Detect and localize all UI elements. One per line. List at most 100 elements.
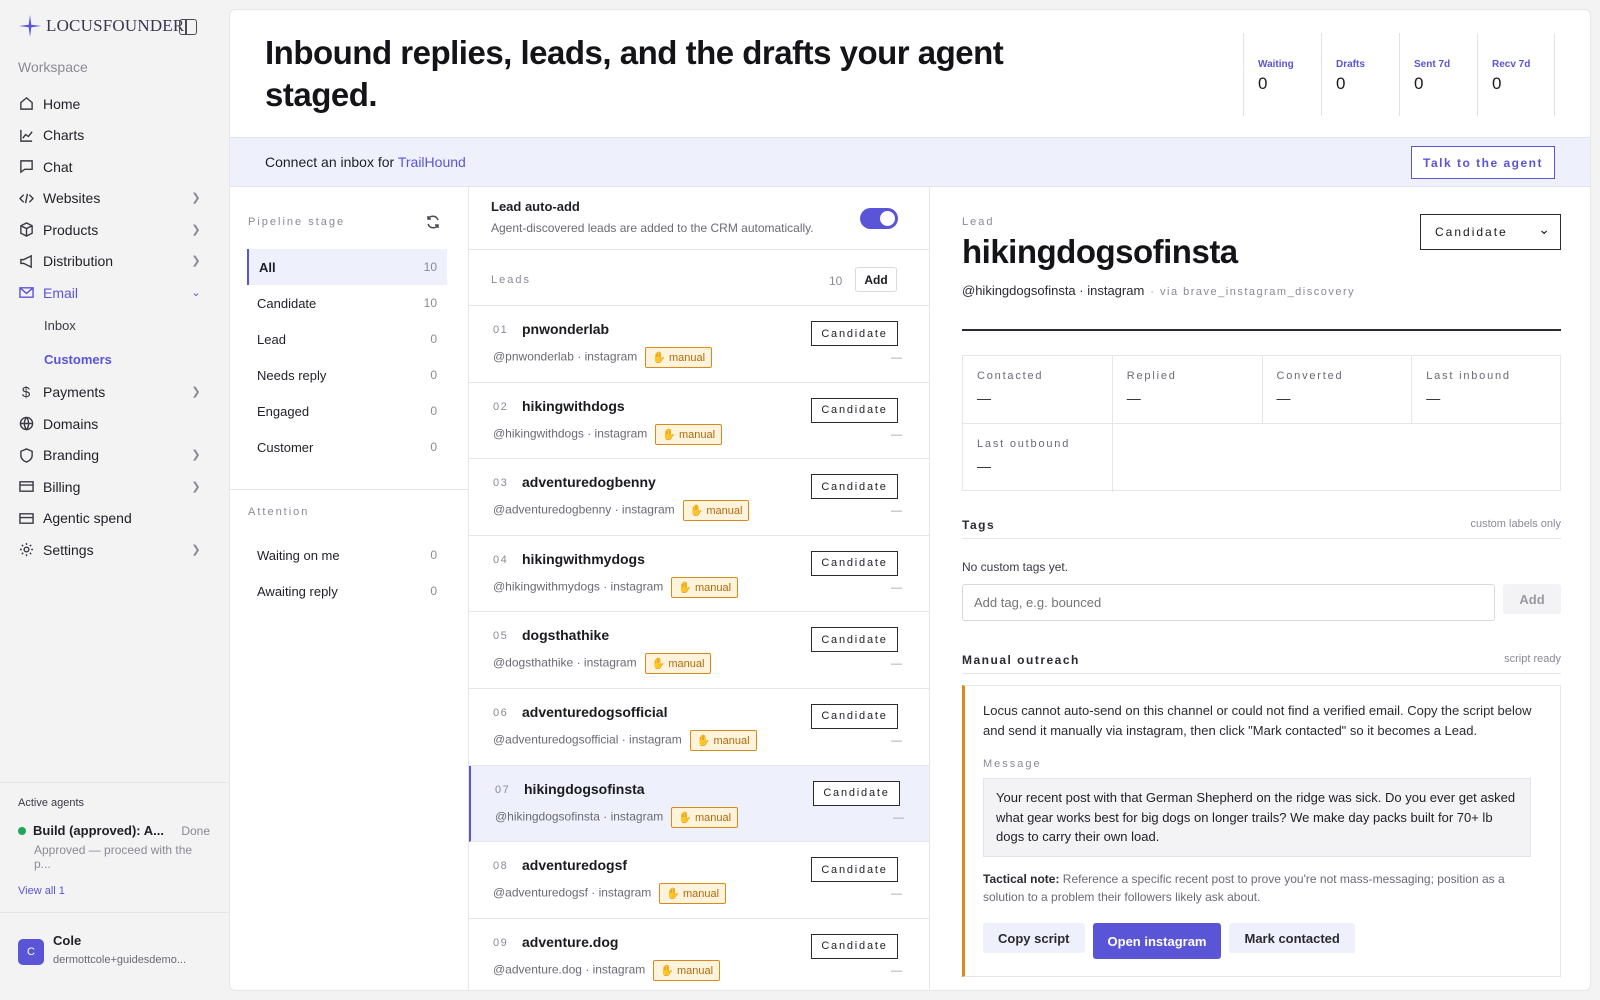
list-item[interactable]: 03 adventuredogbenny @adventuredogbenny … xyxy=(469,459,929,536)
message-script[interactable]: Your recent post with that German Shephe… xyxy=(983,778,1531,857)
add-tag-button[interactable]: Add xyxy=(1503,584,1561,614)
manual-badge: ✋ manual xyxy=(653,959,721,981)
agent-row[interactable]: Build (approved): A... Done xyxy=(18,823,210,838)
lead-handle-text: @hikingdogsofinsta · instagram xyxy=(495,809,664,824)
divider xyxy=(962,329,1561,331)
stage-button[interactable]: Candidate xyxy=(811,627,898,653)
banner-message: Connect an inbox for xyxy=(265,154,398,170)
no-tags-text: No custom tags yet. xyxy=(962,560,1069,574)
sidebar-item-home[interactable]: Home xyxy=(18,88,203,120)
user-email: dermottcole+guidesdemo... xyxy=(53,954,186,966)
sidebar-item-label: Chat xyxy=(43,158,73,175)
attention-waiting-on-me[interactable]: Waiting on me 0 xyxy=(247,537,447,573)
attention-title: Attention xyxy=(248,506,310,518)
stage-candidate[interactable]: Candidate 10 xyxy=(247,285,447,321)
sidebar-subitem-customers[interactable]: Customers xyxy=(18,343,203,377)
attention-awaiting-reply[interactable]: Awaiting reply 0 xyxy=(247,573,447,609)
sidebar-item-billing[interactable]: Billing ❯ xyxy=(18,471,203,503)
auto-add-toggle[interactable] xyxy=(860,208,898,229)
divider xyxy=(962,673,1561,674)
metric-converted: Converted — xyxy=(1262,356,1413,424)
stage-customer[interactable]: Customer 0 xyxy=(247,429,447,465)
sidebar-item-chat[interactable]: Chat xyxy=(18,151,203,183)
lead-handle-text: @adventuredogsofficial · instagram xyxy=(493,732,682,747)
status-dot-icon xyxy=(18,826,26,835)
sidebar-collapse-icon[interactable] xyxy=(179,19,197,35)
lead-number: 04 xyxy=(493,553,509,566)
stage-count: 0 xyxy=(430,584,437,598)
manual-badge: ✋ manual xyxy=(689,729,757,751)
sidebar-item-branding[interactable]: Branding ❯ xyxy=(18,440,203,472)
stage-select[interactable]: Candidate xyxy=(1420,214,1561,250)
divider xyxy=(230,489,469,490)
sidebar-item-charts[interactable]: Charts xyxy=(18,120,203,152)
list-item[interactable]: 05 dogsthathike @dogsthathike · instagra… xyxy=(469,612,929,689)
stat-label: Drafts xyxy=(1336,59,1365,70)
manual-badge: ✋ manual xyxy=(645,347,713,368)
stage-button[interactable]: Candidate xyxy=(811,474,898,500)
stage-button[interactable]: Candidate xyxy=(811,933,898,959)
list-item-selected[interactable]: 07 hikingdogsofinsta @hikingdogsofinsta … xyxy=(469,765,929,843)
metric-label: Converted xyxy=(1276,370,1344,382)
refresh-icon[interactable] xyxy=(425,214,441,230)
active-agents-panel: Active agents Build (approved): A... Don… xyxy=(0,782,228,897)
lead-handle: @adventure.dog · instagram ✋ manual xyxy=(493,959,721,981)
stat-sent-7d: Sent 7d 0 xyxy=(1399,33,1477,116)
sidebar-subitem-inbox[interactable]: Inbox xyxy=(18,309,203,343)
stage-button[interactable]: Candidate xyxy=(811,703,898,729)
sidebar-item-settings[interactable]: Settings ❯ xyxy=(18,534,203,566)
tag-input[interactable] xyxy=(962,584,1495,621)
lead-number: 02 xyxy=(493,400,509,413)
sidebar-item-products[interactable]: Products ❯ xyxy=(18,214,203,246)
outreach-intro: Locus cannot auto-send on this channel o… xyxy=(983,703,1532,738)
stage-button[interactable]: Candidate xyxy=(811,550,898,576)
gear-icon xyxy=(18,542,34,558)
chevron-right-icon: ❯ xyxy=(191,386,201,398)
sparkle-logo-icon xyxy=(19,15,41,37)
manual-badge: ✋ manual xyxy=(682,500,750,522)
mark-contacted-button[interactable]: Mark contacted xyxy=(1229,923,1355,953)
list-item[interactable]: 02 hikingwithdogs @hikingwithdogs · inst… xyxy=(469,383,929,460)
sidebar-item-websites[interactable]: Websites ❯ xyxy=(18,183,203,215)
detail-label: Lead xyxy=(962,216,995,228)
stage-engaged[interactable]: Engaged 0 xyxy=(247,393,447,429)
add-lead-button[interactable]: Add xyxy=(855,267,897,292)
metric-label: Last outbound xyxy=(977,438,1071,450)
list-item[interactable]: 04 hikingwithmydogs @hikingwithmydogs · … xyxy=(469,536,929,613)
user-profile[interactable]: C Cole dermottcole+guidesdemo... xyxy=(0,912,228,966)
lead-handle: @pnwonderlab · instagram ✋ manual xyxy=(493,347,713,368)
sidebar-item-payments[interactable]: $ Payments ❯ xyxy=(18,377,203,409)
sidebar-item-email[interactable]: Email ⌄ xyxy=(18,277,203,309)
sidebar-item-domains[interactable]: Domains xyxy=(18,408,203,440)
list-item[interactable]: 01 pnwonderlab @pnwonderlab · instagram ✋… xyxy=(469,306,929,383)
stage-button[interactable]: Candidate xyxy=(811,397,898,423)
dollar-icon: $ xyxy=(21,383,31,401)
lead-handle-text: @adventuredogsf · instagram xyxy=(493,885,652,900)
list-item[interactable]: 08 adventuredogsf @adventuredogsf · inst… xyxy=(469,842,929,919)
open-instagram-button[interactable]: Open instagram xyxy=(1092,923,1222,959)
sidebar-item-distribution[interactable]: Distribution ❯ xyxy=(18,246,203,278)
banner-project-link[interactable]: TrailHound xyxy=(398,154,466,170)
stat-recv-7d: Recv 7d 0 xyxy=(1477,33,1555,116)
stage-needs-reply[interactable]: Needs reply 0 xyxy=(247,357,447,393)
stage-button[interactable]: Candidate xyxy=(811,321,898,346)
connect-inbox-banner: Connect an inbox for TrailHound Talk to … xyxy=(230,137,1590,187)
stage-button[interactable]: Candidate xyxy=(813,780,900,806)
sidebar-item-agentic-spend[interactable]: Agentic spend xyxy=(18,503,203,535)
sidebar-nav: Home Charts Chat Websites ❯ Products ❯ D… xyxy=(18,88,203,566)
view-all-agents-link[interactable]: View all 1 xyxy=(18,885,210,897)
manual-badge: ✋ manual xyxy=(655,423,723,445)
stage-button[interactable]: Candidate xyxy=(811,857,898,883)
stage-lead[interactable]: Lead 0 xyxy=(247,321,447,357)
list-item[interactable]: 09 adventure.dog @adventure.dog · instag… xyxy=(469,919,929,990)
tactical-note-label: Tactical note: xyxy=(983,872,1060,886)
stage-all[interactable]: All 10 xyxy=(247,249,447,285)
talk-to-agent-button[interactable]: Talk to the agent xyxy=(1411,146,1555,179)
list-item[interactable]: 06 adventuredogsofficial @adventuredogso… xyxy=(469,689,929,766)
lead-name: adventuredogsofficial xyxy=(522,703,668,720)
copy-script-button[interactable]: Copy script xyxy=(983,923,1085,953)
lead-handle: @hikingwithdogs · instagram ✋ manual xyxy=(493,423,723,445)
chart-icon xyxy=(18,127,34,143)
sidebar-item-label: Charts xyxy=(43,127,85,144)
brand-logo[interactable]: LOCUSFOUNDER xyxy=(18,14,184,38)
